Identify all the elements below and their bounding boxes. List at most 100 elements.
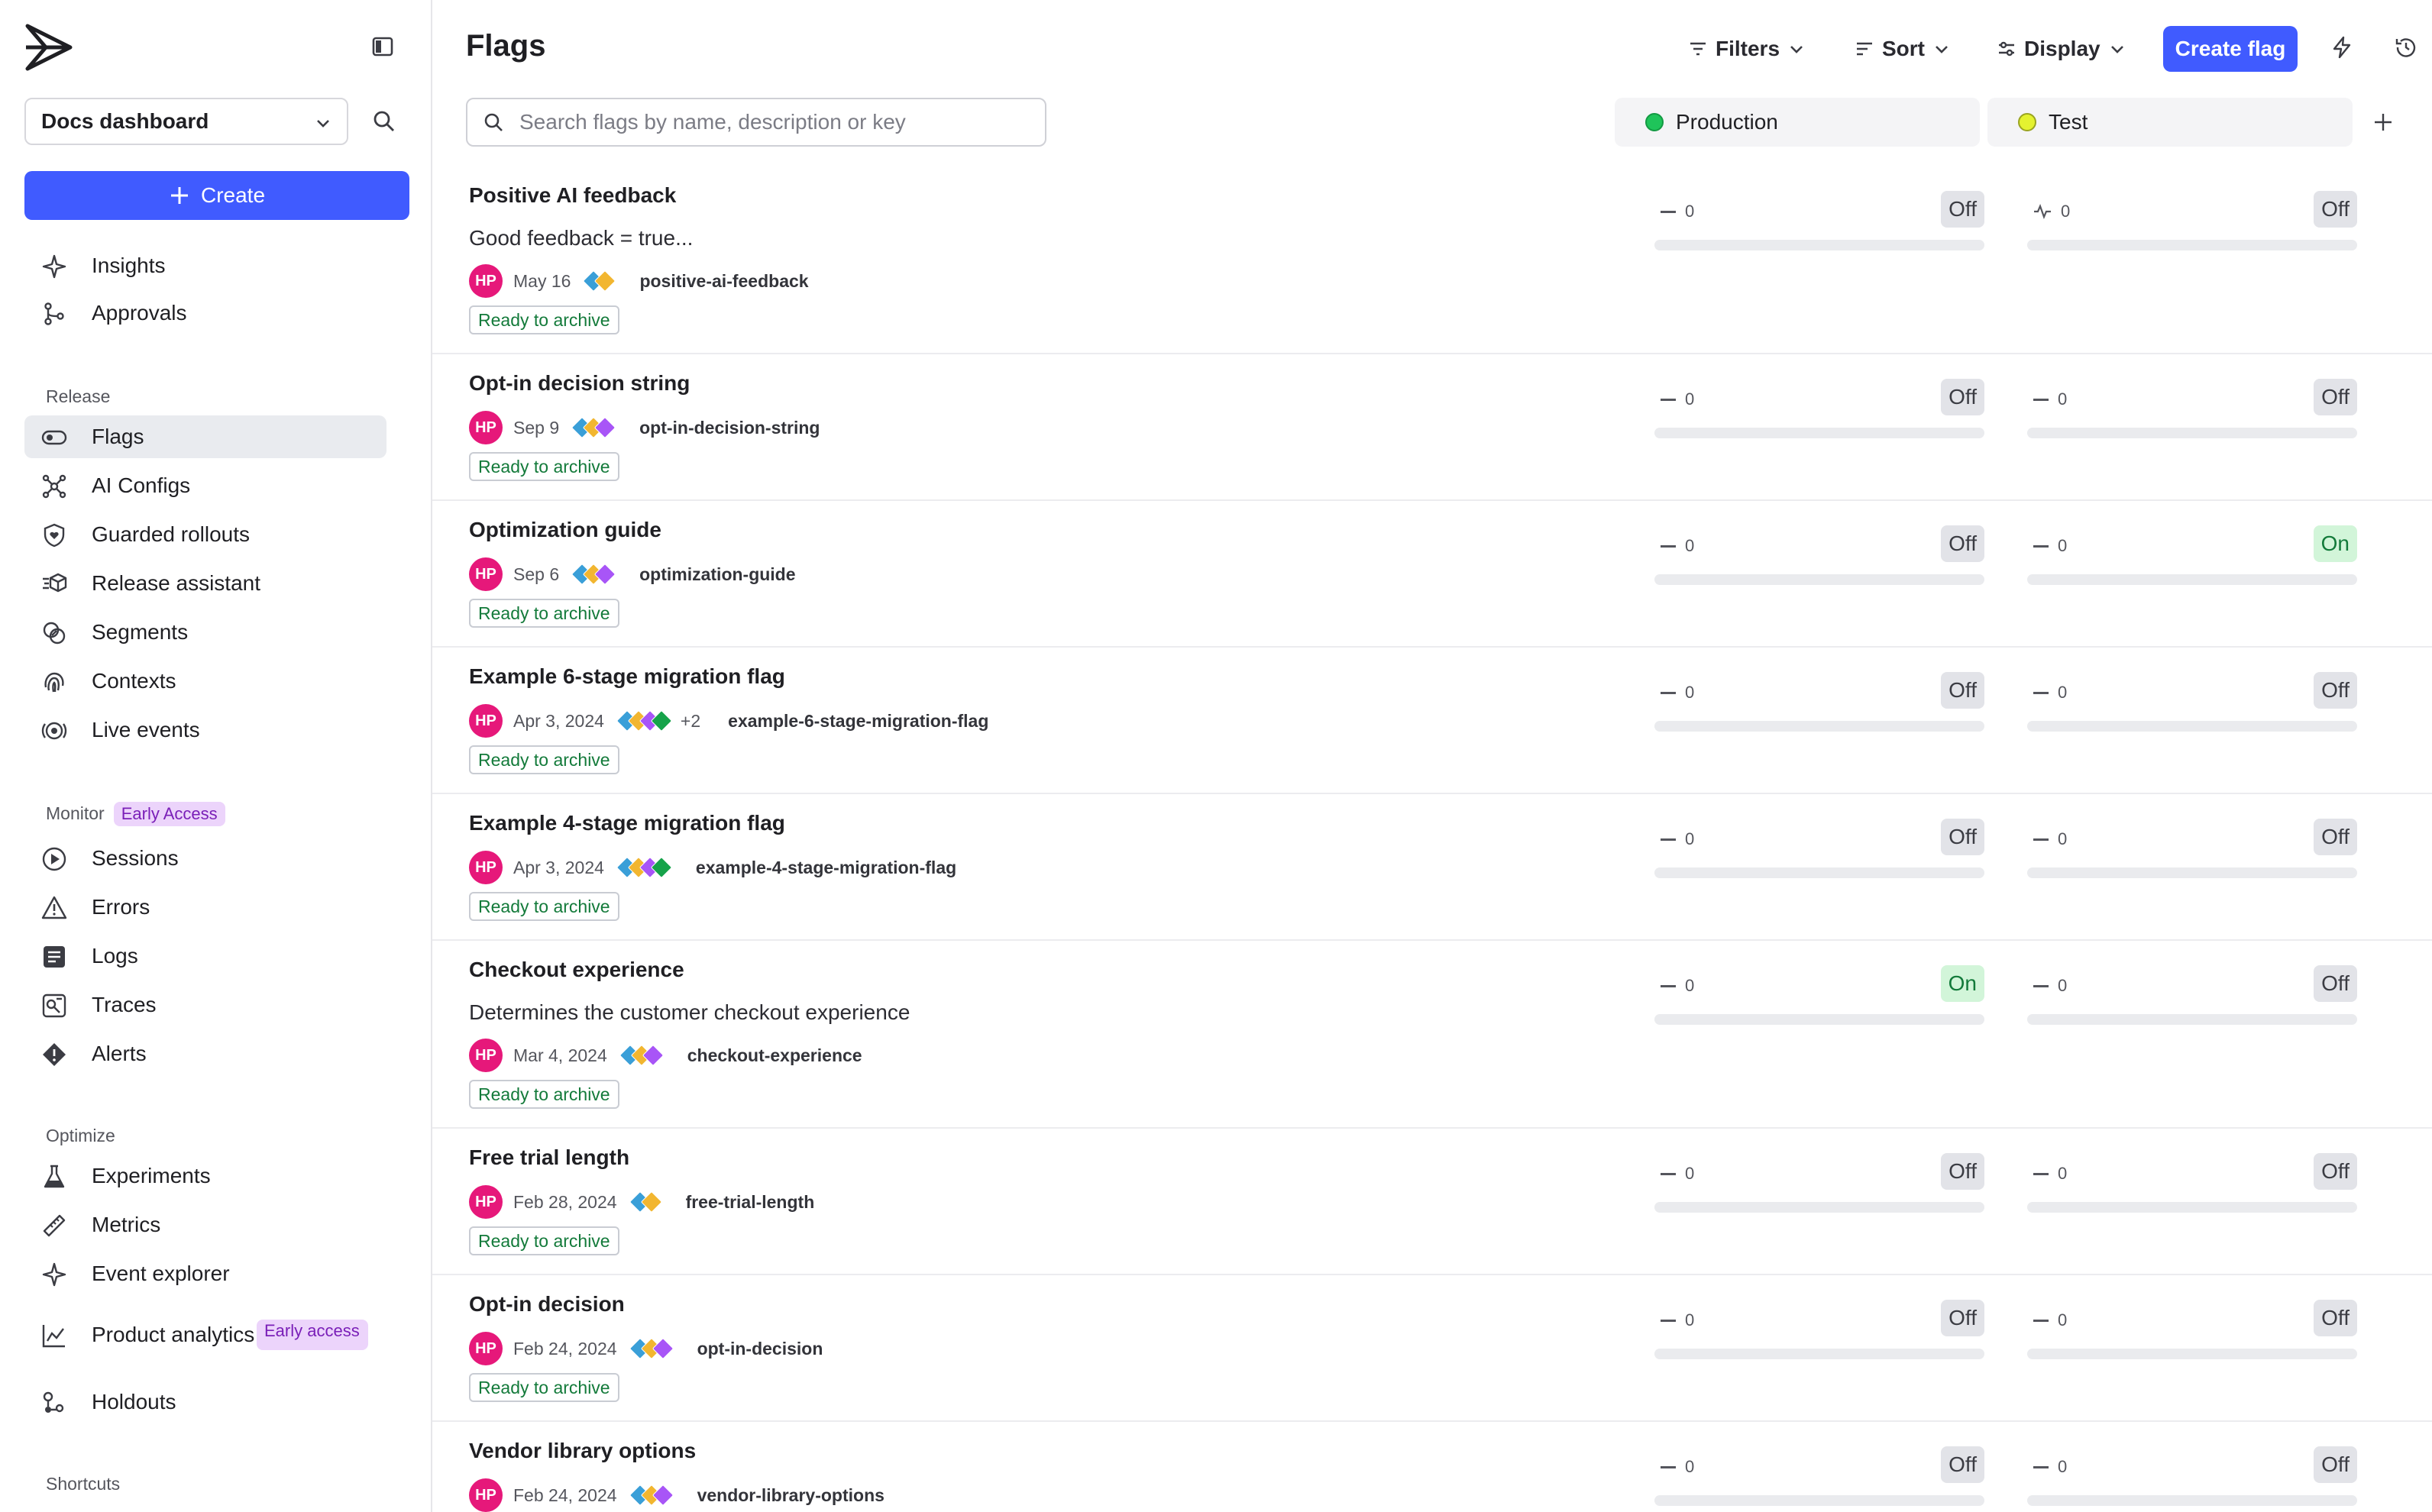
evaluation-metric: 0 bbox=[1661, 536, 1694, 556]
flag-toggle-state[interactable]: On bbox=[1940, 965, 1984, 1002]
flag-toggle-state[interactable]: Off bbox=[1941, 191, 1984, 228]
sidebar-item-experiments[interactable]: Experiments bbox=[24, 1155, 386, 1197]
flag-toggle-state[interactable]: Off bbox=[2314, 1446, 2357, 1483]
sidebar-item-event-explorer[interactable]: Event explorer bbox=[24, 1252, 386, 1295]
flag-key[interactable]: example-4-stage-migration-flag bbox=[696, 858, 956, 878]
flag-key[interactable]: optimization-guide bbox=[639, 564, 795, 585]
flag-row[interactable]: Opt-in decision string HP Sep 9 opt-in-d… bbox=[432, 354, 2432, 501]
history-icon[interactable] bbox=[2394, 35, 2418, 60]
flag-row[interactable]: Checkout experience Determines the custo… bbox=[432, 941, 2432, 1129]
project-selector[interactable]: Docs dashboard bbox=[24, 98, 348, 145]
metric-value: 0 bbox=[2058, 536, 2068, 555]
filters-label: Filters bbox=[1716, 37, 1780, 60]
environment-tab-production[interactable]: Production bbox=[1615, 98, 1980, 147]
sidebar-item-release-assistant[interactable]: Release assistant bbox=[24, 562, 386, 605]
flag-name[interactable]: Example 6-stage migration flag bbox=[469, 664, 785, 689]
sidebar-item-product-analytics[interactable]: Product analytics Early access bbox=[24, 1303, 386, 1367]
evaluation-bar bbox=[1654, 1014, 1984, 1025]
flag-row[interactable]: Vendor library options HP Feb 24, 2024 v… bbox=[432, 1422, 2432, 1512]
create-flag-button[interactable]: Create flag bbox=[2163, 26, 2298, 72]
flag-row[interactable]: Example 4-stage migration flag HP Apr 3,… bbox=[432, 794, 2432, 941]
flag-row[interactable]: Optimization guide HP Sep 6 optimization… bbox=[432, 501, 2432, 648]
dash-icon bbox=[1661, 398, 1676, 401]
sidebar-item-errors[interactable]: Errors bbox=[24, 886, 386, 929]
sidebar-item-traces[interactable]: Traces bbox=[24, 984, 386, 1026]
flag-name[interactable]: Checkout experience bbox=[469, 958, 684, 982]
flag-row[interactable]: Positive AI feedback Good feedback = tru… bbox=[432, 168, 2432, 354]
flag-key[interactable]: checkout-experience bbox=[687, 1045, 862, 1066]
flag-key[interactable]: positive-ai-feedback bbox=[639, 271, 808, 292]
sidebar-item-sessions[interactable]: Sessions bbox=[24, 837, 386, 880]
sidebar-item-live-events[interactable]: Live events bbox=[24, 709, 386, 751]
sidebar-item-logs[interactable]: Logs bbox=[24, 935, 386, 977]
flag-name[interactable]: Opt-in decision string bbox=[469, 371, 690, 396]
flag-toggle-state[interactable]: Off bbox=[1941, 525, 1984, 562]
flag-toggle-state[interactable]: Off bbox=[1941, 379, 1984, 415]
flag-toggle-state[interactable]: Off bbox=[2314, 1153, 2357, 1190]
sidebar-item-approvals[interactable]: Approvals bbox=[24, 292, 386, 334]
flag-key[interactable]: vendor-library-options bbox=[697, 1485, 885, 1506]
flag-meta: HP Sep 9 opt-in-decision-string bbox=[469, 411, 820, 444]
sort-button[interactable]: Sort bbox=[1855, 34, 1951, 64]
flag-key[interactable]: example-6-stage-migration-flag bbox=[728, 711, 988, 732]
flag-key[interactable]: opt-in-decision-string bbox=[639, 418, 820, 438]
flag-toggle-state[interactable]: On bbox=[2313, 525, 2357, 562]
flag-toggle-state[interactable]: Off bbox=[2314, 1300, 2357, 1336]
collapse-sidebar-icon[interactable] bbox=[371, 35, 394, 58]
dash-icon bbox=[1661, 1172, 1676, 1175]
search-icon[interactable] bbox=[371, 108, 397, 134]
filters-button[interactable]: Filters bbox=[1688, 34, 1806, 64]
flag-meta: HP Apr 3, 2024 +2 example-6-stage-migrat… bbox=[469, 704, 988, 738]
sidebar-item-alerts[interactable]: Alerts bbox=[24, 1032, 386, 1075]
variation-diamonds-icon bbox=[629, 1337, 674, 1360]
sidebar-item-guarded-rollouts[interactable]: Guarded rollouts bbox=[24, 513, 386, 556]
flag-row[interactable]: Free trial length HP Feb 28, 2024 free-t… bbox=[432, 1129, 2432, 1275]
add-environment-icon[interactable] bbox=[2371, 110, 2395, 134]
evaluation-metric: 0 bbox=[2033, 1457, 2067, 1477]
production-env-cell: 0 Off bbox=[1654, 1446, 1984, 1507]
flag-name[interactable]: Vendor library options bbox=[469, 1439, 696, 1463]
dash-icon bbox=[2033, 1465, 2049, 1468]
flag-toggle-state[interactable]: Off bbox=[2314, 965, 2357, 1002]
flag-toggle-state[interactable]: Off bbox=[1941, 819, 1984, 855]
flag-toggle-state[interactable]: Off bbox=[2314, 379, 2357, 415]
flag-name[interactable]: Opt-in decision bbox=[469, 1292, 625, 1317]
flag-toggle-state[interactable]: Off bbox=[1941, 1446, 1984, 1483]
sidebar-item-label: Traces bbox=[92, 993, 157, 1016]
create-button[interactable]: Create bbox=[24, 171, 409, 220]
flag-name[interactable]: Positive AI feedback bbox=[469, 183, 676, 208]
chevron-down-icon bbox=[1932, 40, 1951, 58]
sidebar-item-label: Approvals bbox=[92, 301, 187, 325]
flag-key[interactable]: opt-in-decision bbox=[697, 1339, 823, 1359]
sidebar-item-insights[interactable]: Insights bbox=[24, 244, 386, 287]
sidebar-item-flags[interactable]: Flags bbox=[24, 415, 386, 458]
metric-value: 0 bbox=[1685, 1457, 1695, 1476]
sidebar-item-segments[interactable]: Segments bbox=[24, 611, 386, 654]
flag-name[interactable]: Optimization guide bbox=[469, 518, 661, 542]
lightning-icon[interactable] bbox=[2330, 35, 2354, 60]
flag-date: Sep 6 bbox=[513, 564, 560, 584]
sidebar-item-ai-configs[interactable]: AI Configs bbox=[24, 464, 386, 507]
flag-toggle-state[interactable]: Off bbox=[2314, 672, 2357, 709]
evaluation-metric: 0 bbox=[2033, 202, 2070, 221]
flag-date: Mar 4, 2024 bbox=[513, 1045, 607, 1065]
flag-toggle-state[interactable]: Off bbox=[1941, 1300, 1984, 1336]
search-flags-field[interactable] bbox=[466, 98, 1046, 147]
sidebar-item-contexts[interactable]: Contexts bbox=[24, 660, 386, 703]
flag-toggle-state[interactable]: Off bbox=[2314, 819, 2357, 855]
launchdarkly-logo-icon[interactable] bbox=[23, 23, 75, 72]
search-flags-input[interactable] bbox=[518, 109, 1010, 135]
flag-toggle-state[interactable]: Off bbox=[2314, 191, 2357, 228]
display-button[interactable]: Display bbox=[1997, 34, 2126, 64]
flag-row[interactable]: Opt-in decision HP Feb 24, 2024 opt-in-d… bbox=[432, 1275, 2432, 1422]
sidebar-item-holdouts[interactable]: Holdouts bbox=[24, 1381, 386, 1423]
sidebar-item-metrics[interactable]: Metrics bbox=[24, 1203, 386, 1246]
flag-row[interactable]: Example 6-stage migration flag HP Apr 3,… bbox=[432, 648, 2432, 794]
flag-toggle-state[interactable]: Off bbox=[1941, 672, 1984, 709]
flag-name[interactable]: Free trial length bbox=[469, 1145, 629, 1170]
environment-tab-test[interactable]: Test bbox=[1987, 98, 2353, 147]
production-env-cell: 0 Off bbox=[1654, 1153, 1984, 1214]
flag-toggle-state[interactable]: Off bbox=[1941, 1153, 1984, 1190]
flag-name[interactable]: Example 4-stage migration flag bbox=[469, 811, 785, 835]
flag-key[interactable]: free-trial-length bbox=[686, 1192, 815, 1213]
